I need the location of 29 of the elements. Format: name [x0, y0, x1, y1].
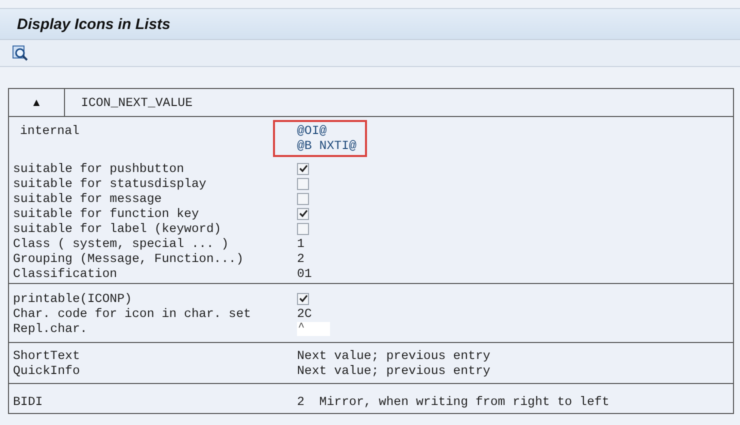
field-value: Next value; previous entry — [297, 348, 490, 362]
search-icon[interactable] — [12, 45, 28, 61]
field-label: ShortText — [13, 348, 81, 362]
field-label: suitable for message — [13, 192, 163, 206]
field-label: Char. code for icon in char. set — [13, 306, 252, 320]
field-label: suitable for function key — [13, 206, 200, 220]
field-value: 2C — [297, 306, 312, 320]
internal-code: @OI@ — [297, 124, 328, 139]
field-value: 2 — [297, 252, 304, 266]
icon-name: ICON_NEXT_VALUE — [80, 96, 193, 110]
field-label: suitable for pushbutton — [13, 162, 186, 176]
field-value: 1 — [297, 236, 304, 250]
field-label: QuickInfo — [13, 364, 81, 378]
field-value: 01 — [297, 266, 312, 280]
field-label: suitable for label (keyword) — [13, 222, 222, 236]
field-label: BIDI — [13, 394, 44, 408]
field-label: Grouping (Message, Function...) — [13, 252, 245, 266]
field-value: 2 Mirror, when writing from right to left — [297, 394, 610, 408]
field-label: printable(ICONP) — [13, 292, 133, 306]
field-label: internal — [19, 124, 80, 138]
input-field: ^ — [297, 322, 330, 336]
field-value: Next value; previous entry — [297, 364, 490, 378]
field-label: suitable for statusdisplay — [13, 176, 208, 190]
window-title: Display Icons in Lists — [17, 16, 170, 32]
collapse-button[interactable]: ▲ — [9, 89, 65, 116]
field-label: Repl.char. — [13, 322, 88, 336]
internal-code: @B NXTI@ — [297, 139, 356, 154]
field-label: Class ( system, special ... ) — [13, 236, 230, 250]
field-label: Classification — [13, 266, 118, 280]
